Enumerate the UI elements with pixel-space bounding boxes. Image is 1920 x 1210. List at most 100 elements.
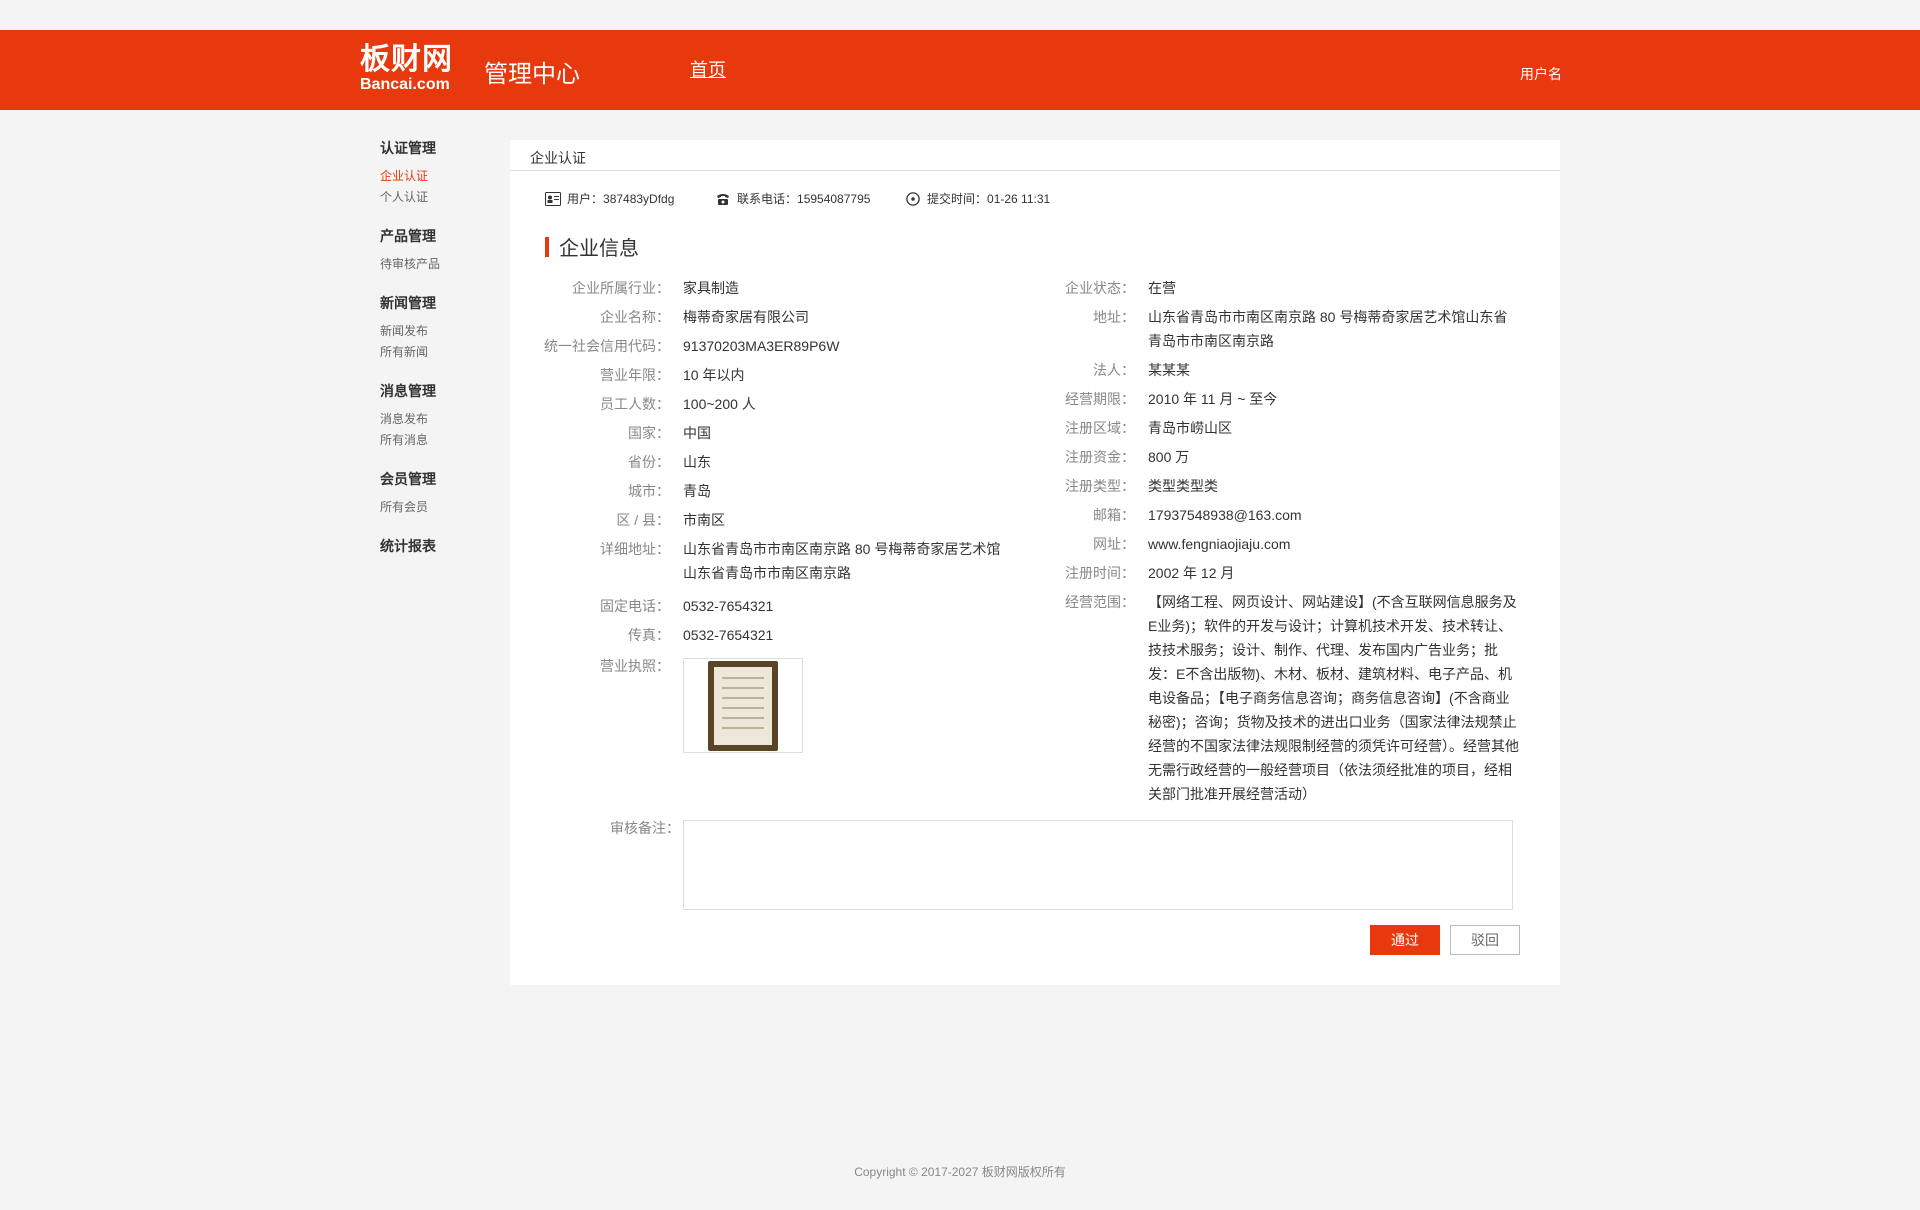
field-label: 法人：	[1093, 362, 1135, 378]
field-row: 企业所属行业： 家具制造	[510, 276, 1013, 300]
username-link[interactable]: 用户名	[1520, 64, 1562, 84]
meta-phone: 联系电话： 15954087795	[715, 190, 870, 207]
field-label: 省份：	[628, 454, 670, 470]
field-value: 0532-7654321	[683, 627, 774, 643]
field-row: 企业名称： 梅蒂奇家居有限公司	[510, 305, 1013, 329]
field-label: 传真：	[628, 627, 670, 643]
meta-time-label: 提交时间：	[927, 192, 988, 206]
meta-phone-label: 联系电话：	[737, 192, 798, 206]
sidebar-title[interactable]: 产品管理	[380, 226, 490, 246]
field-label: 统一社会信用代码：	[544, 338, 670, 354]
field-row: 营业执照：	[510, 654, 683, 678]
sidebar-title[interactable]: 认证管理	[380, 138, 490, 158]
sidebar-group-stats: 统计报表	[380, 536, 490, 556]
frame-line	[722, 686, 764, 689]
logo[interactable]: 板财网 Bancai.com	[360, 44, 453, 94]
field-label: 城市：	[628, 483, 670, 499]
sidebar-item-message-publish[interactable]: 消息发布	[380, 409, 490, 430]
frame-line	[722, 676, 764, 679]
sidebar-title[interactable]: 会员管理	[380, 469, 490, 489]
field-label: 注册资金：	[1065, 449, 1135, 465]
top-header: 板财网 Bancai.com 管理中心 首页 用户名	[0, 30, 1920, 110]
field-row: 注册区域： 青岛市崂山区	[1025, 416, 1520, 440]
review-remark-textarea[interactable]	[683, 820, 1513, 910]
section-title: 企业信息	[545, 232, 639, 261]
field-label: 经营期限：	[1065, 391, 1135, 407]
field-label: 注册时间：	[1065, 565, 1135, 581]
frame-line	[722, 726, 764, 729]
frame-line	[722, 706, 764, 709]
field-row: 地址： 山东省青岛市市南区南京路 80 号梅蒂奇家居艺术馆山东省青岛市市南区南京路	[1025, 305, 1520, 353]
field-value: 家具制造	[683, 280, 739, 296]
meta-phone-value: 15954087795	[797, 191, 871, 206]
panel-tab: 企业认证	[510, 140, 1560, 171]
field-row: 经营期限： 2010 年 11 月 ~ 至今	[1025, 387, 1520, 411]
field-label: 地址：	[1093, 309, 1135, 325]
section-title-text: 企业信息	[559, 238, 639, 260]
sidebar-title[interactable]: 消息管理	[380, 381, 490, 401]
field-row: 网址： www.fengniaojiaju.com	[1025, 532, 1520, 556]
nav-home-link[interactable]: 首页	[690, 56, 726, 82]
approve-button[interactable]: 通过	[1370, 925, 1440, 955]
field-row: 统一社会信用代码： 91370203MA3ER89P6W	[510, 334, 1013, 358]
phone-icon	[717, 193, 729, 205]
field-value: 0532-7654321	[683, 598, 774, 614]
field-row: 固定电话： 0532-7654321	[510, 594, 1013, 618]
section-accent-bar	[545, 236, 549, 257]
business-license-thumbnail[interactable]	[683, 658, 803, 753]
field-row: 邮箱： 17937548938@163.com	[1025, 503, 1520, 527]
sidebar-item-all-messages[interactable]: 所有消息	[380, 430, 490, 451]
field-value: 山东	[683, 454, 711, 470]
field-label: 注册类型：	[1065, 478, 1135, 494]
meta-user-label: 用户：	[567, 192, 604, 206]
frame-line	[722, 716, 764, 719]
sidebar-group-message: 消息管理 消息发布 所有消息	[380, 381, 490, 451]
field-value: 某某某	[1148, 362, 1190, 378]
field-row: 法人： 某某某	[1025, 358, 1520, 382]
field-value: 山东省青岛市市南区南京路 80 号梅蒂奇家居艺术馆山东省青岛市市南区南京路	[683, 541, 1001, 581]
field-label: 邮箱：	[1093, 507, 1135, 523]
field-label: 经营范围：	[1065, 594, 1135, 610]
review-remark-label: 审核备注：	[610, 820, 680, 836]
field-row: 国家： 中国	[510, 421, 1013, 445]
field-value: 山东省青岛市市南区南京路 80 号梅蒂奇家居艺术馆山东省青岛市市南区南京路	[1148, 309, 1508, 349]
main-panel: 企业认证 用户： 387483yDfdg 联系电话： 15954087795 提…	[510, 140, 1560, 985]
sidebar-title[interactable]: 新闻管理	[380, 293, 490, 313]
sidebar-item-pending-products[interactable]: 待审核产品	[380, 254, 490, 275]
field-value: 800 万	[1148, 449, 1190, 465]
meta-user-value: 387483yDfdg	[603, 191, 675, 206]
field-label: 网址：	[1093, 536, 1135, 552]
field-row: 员工人数： 100~200 人	[510, 392, 1013, 416]
field-label: 营业年限：	[600, 367, 670, 383]
field-value: 【网络工程、网页设计、网站建设】(不含互联网信息服务及E业务)；软件的开发与设计…	[1148, 594, 1519, 802]
sidebar-item-news-publish[interactable]: 新闻发布	[380, 321, 490, 342]
tab-enterprise-auth[interactable]: 企业认证	[530, 148, 586, 168]
user-card-icon	[545, 191, 561, 206]
sidebar-title[interactable]: 统计报表	[380, 536, 490, 556]
frame-line	[722, 696, 764, 699]
logo-cn-text: 板财网	[360, 43, 453, 76]
sidebar-group-product: 产品管理 待审核产品	[380, 226, 490, 275]
field-value: 在营	[1148, 280, 1176, 296]
footer-copyright: Copyright © 2017-2027 板财网版权所有	[854, 1165, 1066, 1179]
logo-en-text: Bancai.com	[360, 76, 450, 93]
sidebar-item-enterprise-auth[interactable]: 企业认证	[380, 166, 490, 187]
field-value: 梅蒂奇家居有限公司	[683, 309, 809, 325]
sidebar-group-member: 会员管理 所有会员	[380, 469, 490, 518]
field-label: 国家：	[628, 425, 670, 441]
field-row: 详细地址： 山东省青岛市市南区南京路 80 号梅蒂奇家居艺术馆山东省青岛市市南区南…	[510, 537, 1013, 585]
field-value: 青岛市崂山区	[1148, 420, 1232, 436]
field-label: 注册区域：	[1065, 420, 1135, 436]
meta-time: 提交时间： 01-26 11:31	[905, 190, 1050, 207]
sidebar-item-personal-auth[interactable]: 个人认证	[380, 187, 490, 208]
field-value: 2002 年 12 月	[1148, 565, 1235, 581]
reject-button[interactable]: 驳回	[1450, 925, 1520, 955]
field-value: 91370203MA3ER89P6W	[683, 338, 840, 354]
field-row: 区 / 县： 市南区	[510, 508, 1013, 532]
sidebar-item-all-members[interactable]: 所有会员	[380, 497, 490, 518]
sidebar: 认证管理 企业认证 个人认证 产品管理 待审核产品 新闻管理 新闻发布 所有新闻…	[380, 138, 490, 574]
sidebar-item-all-news[interactable]: 所有新闻	[380, 342, 490, 363]
field-value: 市南区	[683, 512, 725, 528]
field-value: www.fengniaojiaju.com	[1148, 536, 1291, 552]
field-label: 固定电话：	[600, 598, 670, 614]
